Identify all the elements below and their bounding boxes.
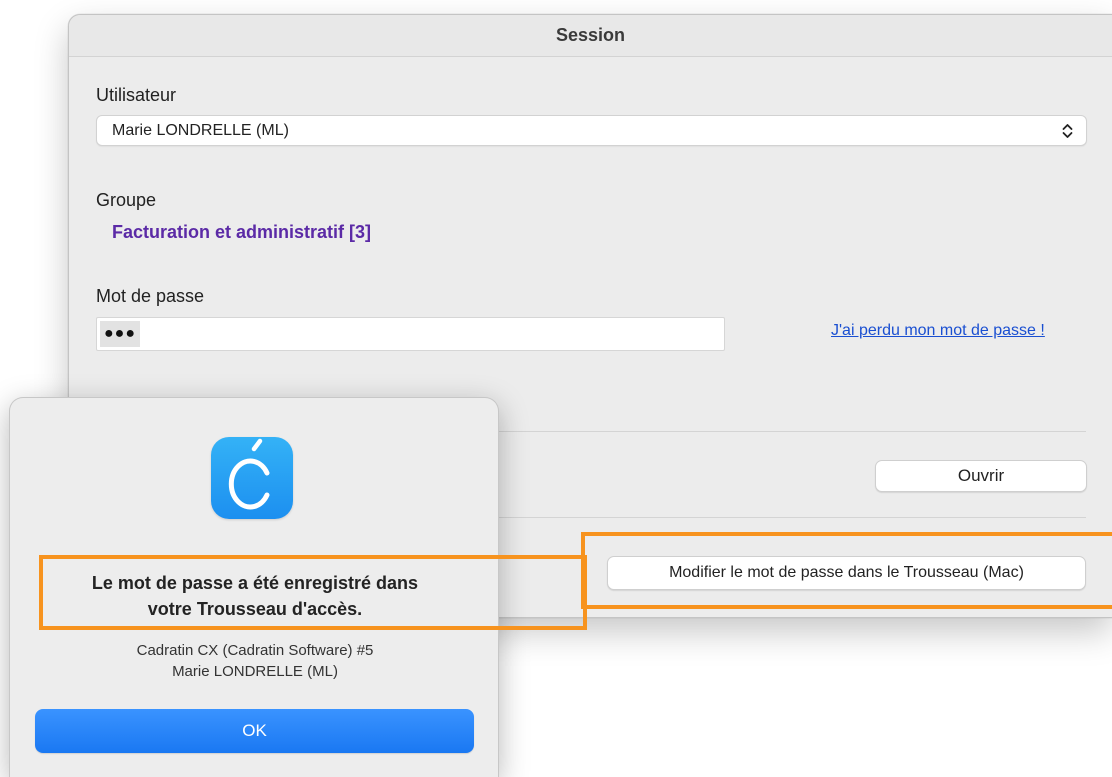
select-chevrons-icon [1062,124,1073,138]
password-masked-value: ●●● [100,321,140,347]
ok-button[interactable]: OK [35,709,474,753]
alert-info-app: Cadratin CX (Cadratin Software) #5 [136,642,374,659]
alert-message: Le mot de passe a été enregistré dans vo… [10,570,500,622]
alert-message-line2: votre Trousseau d'accès. [147,599,363,619]
alert-info-user: Marie LONDRELLE (ML) [172,663,338,680]
user-select[interactable]: Marie LONDRELLE (ML) [96,115,1087,146]
cadratin-app-icon [211,437,293,519]
user-select-value: Marie LONDRELLE (ML) [112,121,289,139]
alert-message-line1: Le mot de passe a été enregistré dans [91,573,419,593]
open-button[interactable]: Ouvrir [875,460,1087,492]
keychain-alert-dialog: Le mot de passe a été enregistré dans vo… [9,397,499,777]
password-field[interactable]: ●●● [96,317,725,351]
cadratin-logo-icon [228,438,270,510]
password-label: Mot de passe [96,286,205,306]
modify-keychain-password-button[interactable]: Modifier le mot de passe dans le Trousse… [607,556,1086,590]
alert-info: Cadratin CX (Cadratin Software) #5 Marie… [10,640,500,682]
window-titlebar[interactable]: Session [69,15,1112,57]
window-title: Session [555,25,626,45]
group-label: Groupe [96,190,157,210]
user-label: Utilisateur [96,85,177,105]
lost-password-link[interactable]: J'ai perdu mon mot de passe ! [831,322,1045,340]
group-value: Facturation et administratif [3] [112,222,372,242]
